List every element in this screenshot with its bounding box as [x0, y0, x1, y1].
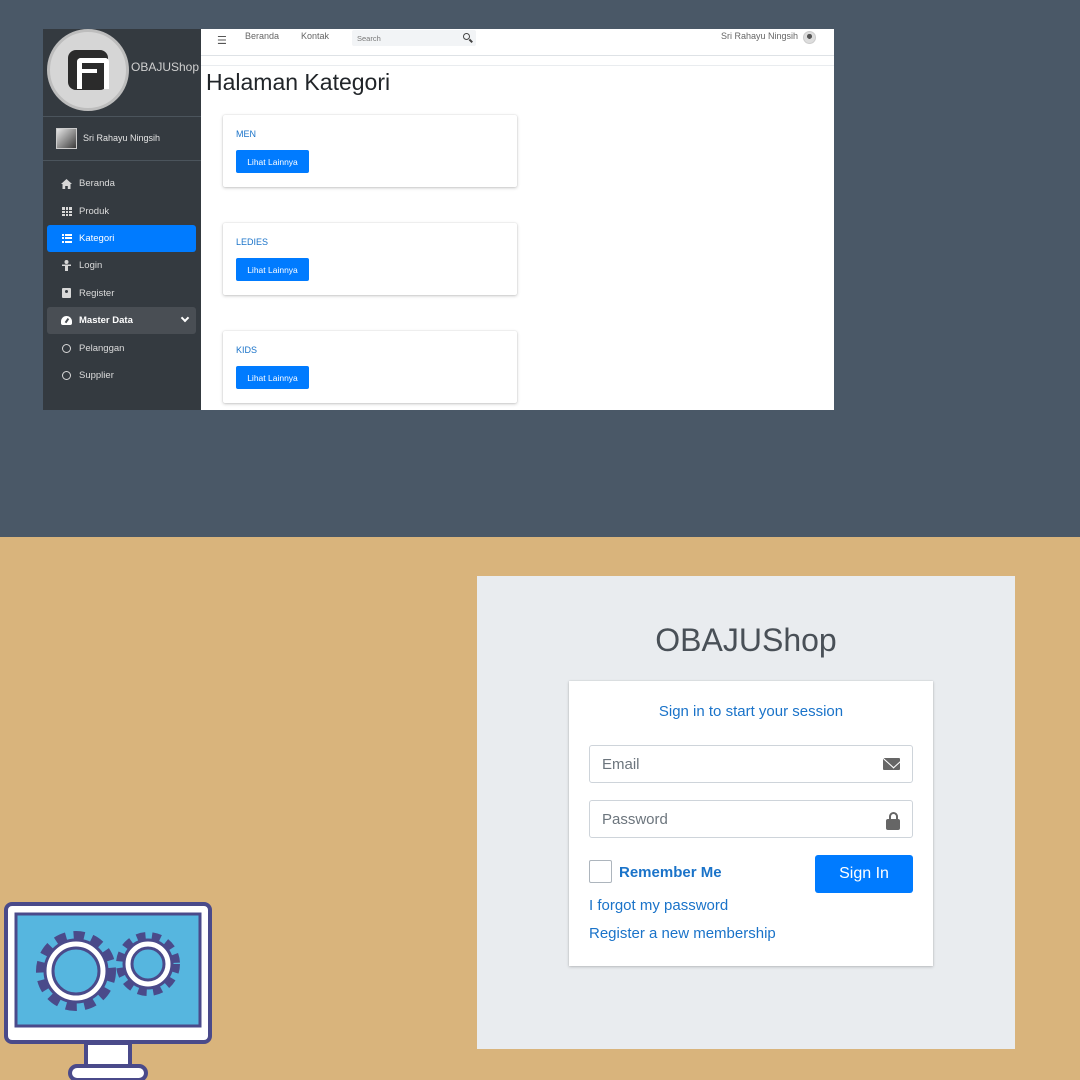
grid-icon: [61, 206, 72, 217]
remember-me-checkbox[interactable]: [589, 860, 612, 883]
sidebar-item-label: Beranda: [79, 178, 115, 190]
admin-dashboard-screenshot: OBAJUShop Sri Rahayu Ningsih Beranda Pro…: [43, 29, 834, 410]
monitor-gears-illustration: [0, 898, 220, 1080]
search-input[interactable]: Search: [352, 30, 476, 46]
circle-icon: [61, 370, 72, 381]
navbar-user-name[interactable]: Sri Rahayu Ningsih: [721, 31, 798, 41]
home-icon: [61, 178, 72, 189]
lihat-lainnya-button[interactable]: Lihat Lainnya: [236, 366, 309, 389]
navbar-avatar[interactable]: [803, 31, 816, 44]
lock-icon: [886, 812, 900, 830]
sidebar-item-master-data[interactable]: Master Data: [47, 306, 196, 335]
forgot-password-link[interactable]: I forgot my password: [589, 897, 728, 914]
page-title: Halaman Kategori: [206, 69, 391, 95]
login-box-message: Sign in to start your session: [658, 703, 844, 720]
circle-icon: [61, 343, 72, 354]
nav-link-beranda[interactable]: Beranda: [245, 31, 279, 41]
gear-icon: [116, 932, 180, 996]
sidebar-item-label: Register: [79, 287, 115, 299]
category-card-ledies: LEDIES Lihat Lainnya: [223, 223, 517, 295]
main-content: ☰ Beranda Kontak Search Sri Rahayu Nings…: [201, 29, 834, 410]
user-name: Sri Rahayu Ningsih: [83, 133, 161, 143]
person-icon: [61, 260, 72, 272]
category-name: MEN: [236, 129, 256, 139]
search-placeholder: Search: [357, 34, 381, 43]
login-page-screenshot: OBAJUShop Sign in to start your session …: [477, 576, 1015, 1049]
user-avatar: [56, 128, 77, 149]
register-membership-link[interactable]: Register a new membership: [589, 925, 776, 942]
sidebar-nav: Beranda Produk Kategori Login Register M…: [47, 170, 196, 389]
header-divider: [201, 65, 834, 66]
lihat-lainnya-button[interactable]: Lihat Lainnya: [236, 258, 309, 281]
category-name: KIDS: [236, 345, 258, 355]
email-field[interactable]: [589, 745, 913, 783]
sidebar: OBAJUShop Sri Rahayu Ningsih Beranda Pro…: [43, 29, 201, 410]
category-card-men: MEN Lihat Lainnya: [223, 115, 517, 187]
top-navbar: ☰ Beranda Kontak Search Sri Rahayu Nings…: [201, 29, 834, 56]
nav-link-kontak[interactable]: Kontak: [301, 31, 329, 41]
lihat-lainnya-button[interactable]: Lihat Lainnya: [236, 150, 309, 173]
chevron-down-icon: [180, 313, 190, 323]
sidebar-item-pelanggan[interactable]: Pelanggan: [47, 334, 196, 361]
brand-text: OBAJUShop: [131, 60, 200, 74]
login-box: Sign in to start your session Remember M…: [569, 681, 933, 966]
search-icon[interactable]: [463, 33, 470, 40]
password-field[interactable]: [589, 800, 913, 838]
hamburger-menu-icon[interactable]: ☰: [217, 34, 227, 47]
envelope-icon: [883, 758, 900, 770]
password-input[interactable]: [590, 801, 870, 837]
gauge-icon: [61, 315, 72, 326]
id-card-icon: [61, 288, 72, 299]
sidebar-item-beranda[interactable]: Beranda: [47, 170, 196, 197]
user-panel[interactable]: Sri Rahayu Ningsih: [43, 117, 201, 161]
brand-logo-icon: [47, 29, 129, 111]
sidebar-item-label: Login: [79, 260, 103, 272]
sidebar-item-login[interactable]: Login: [47, 252, 196, 279]
sidebar-item-label: Produk: [79, 205, 110, 217]
brand-link[interactable]: OBAJUShop: [43, 29, 201, 117]
sidebar-item-label: Pelanggan: [79, 342, 125, 354]
sign-in-button[interactable]: Sign In: [815, 855, 913, 893]
sidebar-item-kategori[interactable]: Kategori: [47, 224, 196, 253]
sidebar-item-label: Kategori: [79, 232, 115, 244]
sidebar-item-produk[interactable]: Produk: [47, 197, 196, 224]
login-logo[interactable]: OBAJUShop: [477, 622, 1015, 659]
category-card-kids: KIDS Lihat Lainnya: [223, 331, 517, 403]
sidebar-item-supplier[interactable]: Supplier: [47, 362, 196, 389]
sidebar-item-label: Supplier: [79, 369, 114, 381]
category-name: LEDIES: [236, 237, 269, 247]
sidebar-item-register[interactable]: Register: [47, 280, 196, 307]
sidebar-item-label: Master Data: [79, 315, 133, 327]
remember-me-label[interactable]: Remember Me: [619, 864, 722, 881]
list-icon: [61, 233, 72, 244]
email-input[interactable]: [590, 746, 870, 782]
